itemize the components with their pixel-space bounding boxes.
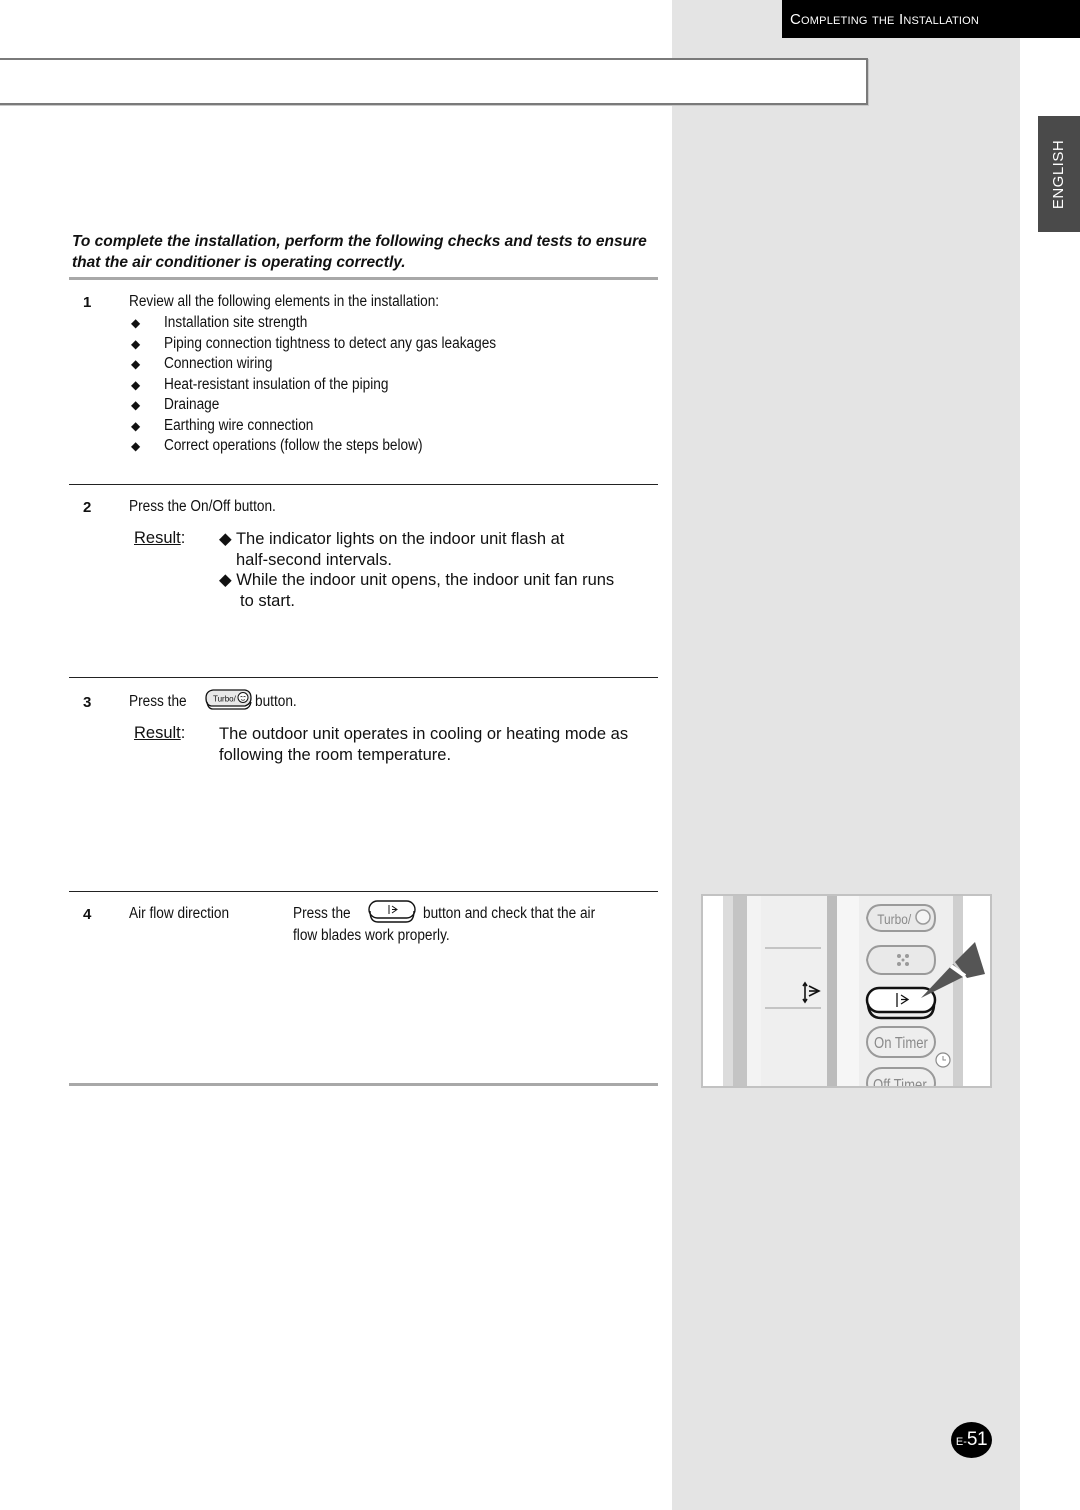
result-text: ◆ The indicator lights on the indoor uni…	[219, 530, 615, 610]
checklist-item: ◆ Correct operations (follow the steps be…	[131, 437, 423, 455]
result-text: The outdoor unit operates in cooling or …	[219, 725, 629, 764]
divider	[69, 677, 658, 678]
intro-text: To complete the installation, perform th…	[72, 233, 647, 271]
checklist-item: ◆ Drainage	[131, 396, 220, 414]
svg-text:On Timer: On Timer	[874, 1035, 928, 1052]
step-text: Review all the following elements in the…	[129, 293, 481, 311]
svg-text:Turbo/: Turbo/	[877, 911, 911, 927]
section-title: Completing the Installation	[790, 10, 980, 28]
side-margin-band	[672, 0, 1020, 1510]
checklist-item: ◆ Connection wiring	[131, 355, 273, 373]
divider	[69, 891, 658, 892]
bullet-diamond-icon: ◆	[131, 418, 141, 433]
checklist-item: ◆ Earthing wire connection	[131, 416, 314, 434]
step-number: 1	[83, 294, 92, 311]
bullet-diamond-icon: ◆	[131, 336, 141, 351]
language-label: ENGLISH	[1050, 139, 1068, 209]
step-label: Air flow direction	[129, 905, 230, 922]
air-swing-button-icon	[367, 899, 417, 925]
result-label: Result:	[134, 724, 186, 742]
checklist-item: ◆ Piping connection tightness to detect a…	[131, 334, 497, 352]
svg-text:Turbo/: Turbo/	[213, 695, 237, 704]
bullet-diamond-icon: ◆	[131, 357, 141, 372]
step-text: Press the Turbo/ button.	[129, 688, 302, 714]
step-text: Press the button and check that the air …	[293, 900, 619, 947]
step-number: 2	[83, 499, 92, 516]
bullet-diamond-icon: ◆	[131, 439, 141, 454]
turbo-sleep-button-icon: Turbo/	[203, 688, 253, 712]
step-1-text: Review all the following elements in the…	[129, 293, 440, 310]
svg-text:Off Timer: Off Timer	[873, 1077, 927, 1088]
checklist-item: ◆ Heat-resistant insulation of the piping	[131, 375, 389, 393]
step-number: 3	[83, 694, 92, 711]
remote-control-illustration: Turbo/ On Timer Off Timer	[701, 894, 992, 1088]
bullet-diamond-icon: ◆	[131, 398, 141, 413]
divider	[69, 1083, 658, 1086]
section-header: Completing the Installation	[782, 0, 1080, 38]
divider	[69, 277, 658, 280]
result-label: Result:	[134, 529, 186, 547]
checklist: ◆ Installation site strength ◆ Piping conn…	[129, 313, 541, 457]
checklist-item: ◆ Installation site strength	[131, 314, 308, 332]
step-text: Press the On/Off button.	[129, 498, 276, 515]
bullet-diamond-icon: ◆	[131, 377, 141, 392]
bullet-diamond-icon: ◆	[131, 316, 141, 331]
divider	[69, 484, 658, 485]
page-title-box	[0, 58, 868, 105]
step-number: 4	[83, 906, 92, 923]
language-tab: ENGLISH	[1038, 116, 1080, 232]
page-number-badge: E- 51	[951, 1422, 992, 1458]
